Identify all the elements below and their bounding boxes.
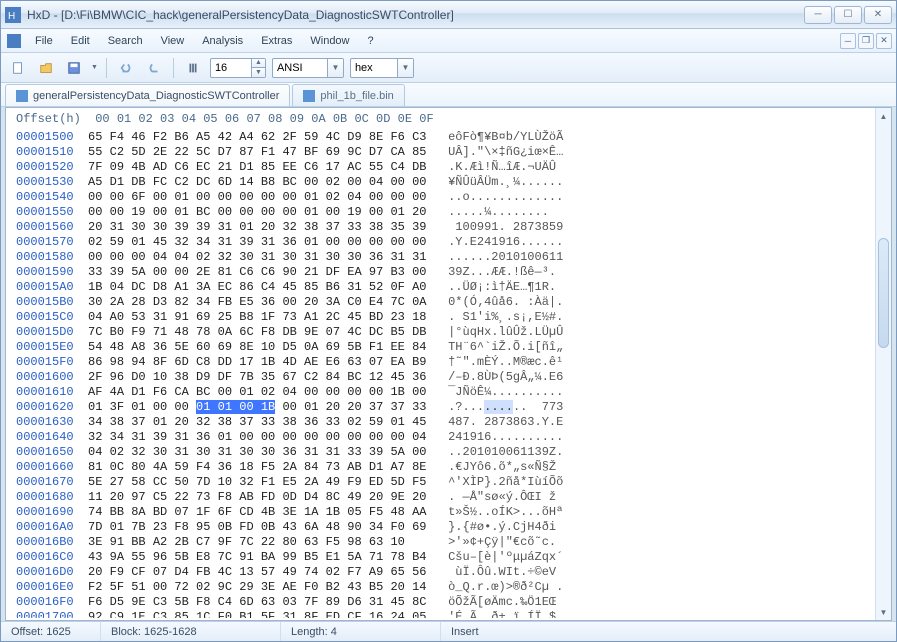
- menu-analysis[interactable]: Analysis: [194, 32, 251, 50]
- hex-row[interactable]: 00001620 01 3F 01 00 00 01 01 00 1B 00 0…: [16, 400, 881, 415]
- spin-up[interactable]: ▲: [251, 59, 265, 68]
- menu-file[interactable]: File: [27, 32, 61, 50]
- hex-row[interactable]: 00001640 32 34 31 39 31 36 01 00 00 00 0…: [16, 430, 881, 445]
- hex-row[interactable]: 000015C0 04 A0 53 31 91 69 25 B8 1F 73 A…: [16, 310, 881, 325]
- hex-row[interactable]: 000015D0 7C B0 F9 71 48 78 0A 6C F8 DB 9…: [16, 325, 881, 340]
- hex-row[interactable]: 00001580 00 00 00 04 04 02 32 30 31 30 3…: [16, 250, 881, 265]
- scroll-down-button[interactable]: ▼: [876, 604, 891, 620]
- hex-row[interactable]: 000016A0 7D 01 7B 23 F8 95 0B FD 0B 43 6…: [16, 520, 881, 535]
- maximize-button[interactable]: ☐: [834, 6, 862, 24]
- hex-row[interactable]: 00001550 00 00 19 00 01 BC 00 00 00 00 0…: [16, 205, 881, 220]
- hex-row[interactable]: 00001560 20 31 30 30 39 39 31 01 20 32 3…: [16, 220, 881, 235]
- undo-button[interactable]: [115, 57, 137, 79]
- svg-text:H: H: [8, 11, 15, 22]
- hex-row[interactable]: 000015E0 54 48 A8 36 5E 60 69 8E 10 D5 0…: [16, 340, 881, 355]
- status-offset: Offset: 1625: [1, 622, 101, 641]
- toolbar: ▼ ▲▼ ▼ ▼: [1, 53, 896, 83]
- hex-row[interactable]: 00001530 A5 D1 DB FC C2 DC 6D 14 B8 BC 0…: [16, 175, 881, 190]
- hex-editor[interactable]: Offset(h) 00 01 02 03 04 05 06 07 08 09 …: [5, 107, 892, 621]
- chevron-down-icon[interactable]: ▼: [397, 59, 413, 77]
- file-icon: [16, 90, 28, 102]
- tab-bar: generalPersistencyData_DiagnosticSWTCont…: [1, 83, 896, 107]
- hex-row[interactable]: 00001500 65 F4 46 F2 B6 A5 42 A4 62 2F 5…: [16, 130, 881, 145]
- title-bar: H HxD - [D:\Fi\BMW\CIC_hack\generalPersi…: [1, 1, 896, 29]
- hex-row[interactable]: 00001680 11 20 97 C5 22 73 F8 AB FD 0D D…: [16, 490, 881, 505]
- menu-search[interactable]: Search: [100, 32, 151, 50]
- status-length: Length: 4: [281, 622, 441, 641]
- hex-row[interactable]: 00001510 55 C2 5D 2E 22 5C D7 87 F1 47 B…: [16, 145, 881, 160]
- numbase-select[interactable]: ▼: [350, 58, 414, 78]
- separator: [106, 58, 107, 78]
- hex-row[interactable]: 000015B0 30 2A 28 D3 82 34 FB E5 36 00 2…: [16, 295, 881, 310]
- app-icon: H: [5, 7, 21, 23]
- menu-window[interactable]: Window: [302, 32, 357, 50]
- columns-icon: [182, 57, 204, 79]
- status-bar: Offset: 1625 Block: 1625-1628 Length: 4 …: [1, 621, 896, 641]
- menu-help[interactable]: ?: [360, 32, 382, 50]
- mdi-minimize-button[interactable]: ─: [840, 33, 856, 49]
- hex-row[interactable]: 000016D0 20 F9 CF 07 D4 FB 4C 13 57 49 7…: [16, 565, 881, 580]
- chevron-down-icon[interactable]: ▼: [91, 64, 98, 71]
- menu-extras[interactable]: Extras: [253, 32, 300, 50]
- hex-row[interactable]: 00001520 7F 09 4B AD C6 EC 21 D1 85 EE C…: [16, 160, 881, 175]
- hex-row[interactable]: 00001630 34 38 37 01 20 32 38 37 33 38 3…: [16, 415, 881, 430]
- hex-row[interactable]: 000016B0 3E 91 BB A2 2B C7 9F 7C 22 80 6…: [16, 535, 881, 550]
- hex-row[interactable]: 00001590 33 39 5A 00 00 2E 81 C6 C6 90 2…: [16, 265, 881, 280]
- hex-row[interactable]: 00001540 00 00 6F 00 01 00 00 00 00 00 0…: [16, 190, 881, 205]
- hex-row[interactable]: 00001610 AF 4A D1 F6 CA BC 00 01 02 04 0…: [16, 385, 881, 400]
- close-button[interactable]: ✕: [864, 6, 892, 24]
- hex-row[interactable]: 00001600 2F 96 D0 10 38 D9 DF 7B 35 67 C…: [16, 370, 881, 385]
- control-icon[interactable]: [7, 34, 21, 48]
- encoding-field[interactable]: [273, 62, 327, 74]
- new-button[interactable]: [7, 57, 29, 79]
- tab-label: phil_1b_file.bin: [320, 90, 393, 102]
- menu-view[interactable]: View: [153, 32, 193, 50]
- mdi-restore-button[interactable]: ❐: [858, 33, 874, 49]
- numbase-field[interactable]: [351, 62, 397, 74]
- hex-row[interactable]: 00001650 04 02 32 30 31 30 31 30 30 36 3…: [16, 445, 881, 460]
- hex-row[interactable]: 000016F0 F6 D5 9E C3 5B F8 C4 6D 63 03 7…: [16, 595, 881, 610]
- file-icon: [303, 90, 315, 102]
- window-title: HxD - [D:\Fi\BMW\CIC_hack\generalPersist…: [27, 8, 802, 22]
- minimize-button[interactable]: ─: [804, 6, 832, 24]
- menu-bar: File Edit Search View Analysis Extras Wi…: [1, 29, 896, 53]
- hex-rows[interactable]: 00001500 65 F4 46 F2 B6 A5 42 A4 62 2F 5…: [6, 128, 891, 618]
- encoding-select[interactable]: ▼: [272, 58, 344, 78]
- scroll-up-button[interactable]: ▲: [876, 108, 891, 124]
- tab-label: generalPersistencyData_DiagnosticSWTCont…: [33, 90, 279, 102]
- mdi-close-button[interactable]: ✕: [876, 33, 892, 49]
- status-mode: Insert: [441, 622, 561, 641]
- bytes-per-row-field[interactable]: [211, 62, 251, 74]
- spin-down[interactable]: ▼: [251, 68, 265, 77]
- redo-button[interactable]: [143, 57, 165, 79]
- hex-row[interactable]: 00001660 81 0C 80 4A 59 F4 36 18 F5 2A 8…: [16, 460, 881, 475]
- hex-row[interactable]: 000015F0 86 98 94 8F 6D C8 DD 17 1B 4D A…: [16, 355, 881, 370]
- vertical-scrollbar[interactable]: ▲ ▼: [875, 108, 891, 620]
- hex-row[interactable]: 00001570 02 59 01 45 32 34 31 39 31 36 0…: [16, 235, 881, 250]
- offset-header: Offset(h) 00 01 02 03 04 05 06 07 08 09 …: [6, 108, 891, 128]
- save-dropdown-button[interactable]: [63, 57, 85, 79]
- tab-inactive[interactable]: phil_1b_file.bin: [292, 84, 404, 106]
- hex-row[interactable]: 00001670 5E 27 58 CC 50 7D 10 32 F1 E5 2…: [16, 475, 881, 490]
- scroll-thumb[interactable]: [878, 238, 889, 348]
- open-button[interactable]: [35, 57, 57, 79]
- hex-row[interactable]: 00001700 92 C9 1E C3 85 1C F0 B1 5F 31 8…: [16, 610, 881, 618]
- tab-active[interactable]: generalPersistencyData_DiagnosticSWTCont…: [5, 84, 290, 106]
- hex-row[interactable]: 000015A0 1B 04 DC D8 A1 3A EC 86 C4 45 8…: [16, 280, 881, 295]
- menu-edit[interactable]: Edit: [63, 32, 98, 50]
- chevron-down-icon[interactable]: ▼: [327, 59, 343, 77]
- status-block: Block: 1625-1628: [101, 622, 281, 641]
- hex-row[interactable]: 000016C0 43 9A 55 96 5B E8 7C 91 BA 99 B…: [16, 550, 881, 565]
- separator: [173, 58, 174, 78]
- hex-row[interactable]: 00001690 74 BB 8A BD 07 1F 6F CD 4B 3E 1…: [16, 505, 881, 520]
- hex-row[interactable]: 000016E0 F2 5F 51 00 72 02 9C 29 3E AE F…: [16, 580, 881, 595]
- bytes-per-row-input[interactable]: ▲▼: [210, 58, 266, 78]
